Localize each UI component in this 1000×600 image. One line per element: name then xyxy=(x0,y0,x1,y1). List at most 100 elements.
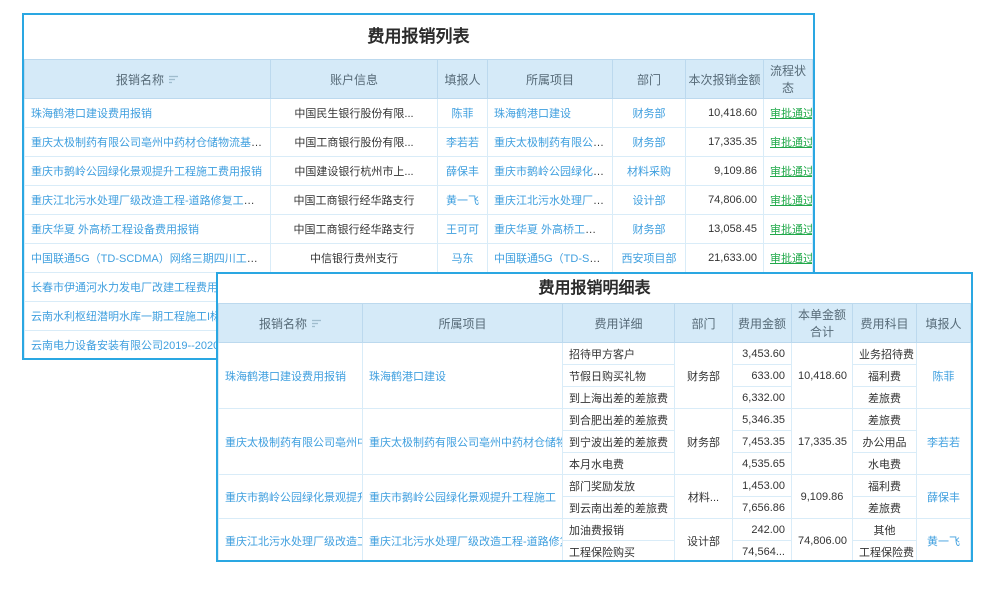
project-link[interactable]: 重庆市鹅岭公园绿化景观提升... xyxy=(494,166,613,178)
column-header-amount: 费用金额 xyxy=(733,304,792,343)
project-link[interactable]: 重庆江北污水处理厂级改造工... xyxy=(494,195,613,207)
project-link[interactable]: 珠海鹤港口建设 xyxy=(369,371,446,383)
cell-expense-detail: 节假日购买礼物 xyxy=(563,365,675,387)
reimbursement-name-link[interactable]: 重庆江北污水处理厂级改造工程- xyxy=(225,536,363,548)
person-link[interactable]: 黄一飞 xyxy=(927,536,960,548)
sort-icon[interactable] xyxy=(311,318,322,332)
person-link[interactable]: 陈菲 xyxy=(452,108,474,120)
cell-expense-detail: 到宁波出差的差旅费 xyxy=(563,431,675,453)
person-link[interactable]: 马东 xyxy=(452,253,474,265)
reimbursement-name-link[interactable]: 中国联通5G（TD-SCDMA）网络三期四川工程费... xyxy=(31,253,271,265)
reimbursement-name-link[interactable]: 云南电力设备安装有限公司2019--2020年度 xyxy=(31,340,241,352)
column-header-account: 账户信息 xyxy=(271,60,438,99)
person-link[interactable]: 薛保丰 xyxy=(927,492,960,504)
table-row: 重庆市鹅岭公园绿化景观提升工程施工费用报销 中国建设银行杭州市上... 薛保丰 … xyxy=(25,157,813,186)
column-header-name[interactable]: 报销名称 xyxy=(219,304,363,343)
status-link[interactable]: 审批通过 xyxy=(770,137,813,149)
table-row: 重庆华夏 外高桥工程设备费用报销 中国工商银行经华路支行 王可可 重庆华夏 外高… xyxy=(25,215,813,244)
cell-account: 中国工商银行股份有限... xyxy=(271,128,438,157)
dept-link[interactable]: 西安项目部 xyxy=(622,253,677,265)
expense-detail-table: 报销名称 所属项目 费用详细 部门 费用金额 本单金额合计 费用科目 填报人 珠… xyxy=(218,303,971,562)
table-row: 中国联通5G（TD-SCDMA）网络三期四川工程费... 中信银行贵州支行 马东… xyxy=(25,244,813,273)
column-header-person: 填报人 xyxy=(917,304,971,343)
cell-category: 业务招待费 xyxy=(853,343,917,365)
cell-account: 中国工商银行经华路支行 xyxy=(271,186,438,215)
dept-link[interactable]: 材料采购 xyxy=(627,166,671,178)
project-link[interactable]: 重庆江北污水处理厂级改造工程-道路修复工 xyxy=(369,536,563,548)
dept-link[interactable]: 财务部 xyxy=(633,137,666,149)
person-link[interactable]: 李若若 xyxy=(446,137,479,149)
status-link[interactable]: 审批通过 xyxy=(770,253,813,265)
status-link[interactable]: 审批通过 xyxy=(770,108,813,120)
reimbursement-name-link[interactable]: 珠海鹤港口建设费用报销 xyxy=(225,371,346,383)
cell-amount: 7,453.35 xyxy=(733,431,792,453)
reimbursement-name-link[interactable]: 长春市伊通河水力发电厂改建工程费用报销 xyxy=(31,282,240,294)
cell-expense-detail: 本月水电费 xyxy=(563,453,675,475)
cell-amount: 9,109.86 xyxy=(686,157,764,186)
table-row: 重庆市鹅岭公园绿化景观提升工程 重庆市鹅岭公园绿化景观提升工程施工 部门奖励发放… xyxy=(219,475,971,497)
project-link[interactable]: 重庆太极制药有限公司亳州中... xyxy=(494,137,613,149)
dept-link[interactable]: 财务部 xyxy=(633,224,666,236)
cell-amount: 10,418.60 xyxy=(686,99,764,128)
cell-category: 福利费 xyxy=(853,365,917,387)
column-header-dept: 部门 xyxy=(613,60,686,99)
dept-link[interactable]: 设计部 xyxy=(633,195,666,207)
cell-amount: 633.00 xyxy=(733,365,792,387)
cell-amount: 242.00 xyxy=(733,519,792,541)
status-link[interactable]: 审批通过 xyxy=(770,195,813,207)
cell-dept: 财务部 xyxy=(675,343,733,409)
cell-amount: 13,058.45 xyxy=(686,215,764,244)
column-header-total: 本单金额合计 xyxy=(792,304,853,343)
cell-amount: 4,535.65 xyxy=(733,453,792,475)
cell-expense-detail: 到合肥出差的差旅费 xyxy=(563,409,675,431)
table-row: 珠海鹤港口建设费用报销 中国民生银行股份有限... 陈菲 珠海鹤港口建设 财务部… xyxy=(25,99,813,128)
cell-amount: 21,633.00 xyxy=(686,244,764,273)
sort-icon[interactable] xyxy=(168,74,179,88)
reimbursement-name-link[interactable]: 重庆市鹅岭公园绿化景观提升工程施工费用报销 xyxy=(31,166,262,178)
cell-amount: 7,656.86 xyxy=(733,497,792,519)
column-header-detail: 费用详细 xyxy=(563,304,675,343)
status-link[interactable]: 审批通过 xyxy=(770,166,813,178)
column-header-amount: 本次报销金额 xyxy=(686,60,764,99)
column-header-project: 所属项目 xyxy=(363,304,563,343)
project-link[interactable]: 重庆市鹅岭公园绿化景观提升工程施工 xyxy=(369,492,556,504)
reimbursement-name-link[interactable]: 重庆太极制药有限公司亳州中药材 xyxy=(225,437,363,449)
header-row: 报销名称 账户信息 填报人 所属项目 部门 本次报销金额 流程状态 xyxy=(25,60,813,99)
header-row: 报销名称 所属项目 费用详细 部门 费用金额 本单金额合计 费用科目 填报人 xyxy=(219,304,971,343)
column-header-category: 费用科目 xyxy=(853,304,917,343)
cell-amount: 1,453.00 xyxy=(733,475,792,497)
cell-amount: 74,806.00 xyxy=(686,186,764,215)
person-link[interactable]: 李若若 xyxy=(927,437,960,449)
reimbursement-name-link[interactable]: 重庆市鹅岭公园绿化景观提升工程 xyxy=(225,492,363,504)
project-link[interactable]: 中国联通5G（TD-SCDMA）网... xyxy=(494,253,613,265)
column-header-status: 流程状态 xyxy=(764,60,813,99)
cell-expense-detail: 招待甲方客户 xyxy=(563,343,675,365)
table-row: 重庆太极制药有限公司亳州中药材 重庆太极制药有限公司亳州中药材仓储物流 到合肥出… xyxy=(219,409,971,431)
dept-link[interactable]: 财务部 xyxy=(633,108,666,120)
table-row: 珠海鹤港口建设费用报销 珠海鹤港口建设 招待甲方客户 财务部 3,453.60 … xyxy=(219,343,971,365)
cell-category: 差旅费 xyxy=(853,497,917,519)
person-link[interactable]: 薛保丰 xyxy=(446,166,479,178)
reimbursement-name-link[interactable]: 重庆华夏 外高桥工程设备费用报销 xyxy=(31,224,199,236)
project-link[interactable]: 重庆华夏 外高桥工程设备 xyxy=(494,224,613,236)
reimbursement-name-link[interactable]: 重庆江北污水处理厂级改造工程-道路修复工程费用... xyxy=(31,195,271,207)
project-link[interactable]: 珠海鹤港口建设 xyxy=(494,108,571,120)
cell-category: 福利费 xyxy=(853,475,917,497)
cell-total: 17,335.35 xyxy=(792,409,853,475)
cell-amount: 6,332.00 xyxy=(733,387,792,409)
cell-expense-detail: 到上海出差的差旅费 xyxy=(563,387,675,409)
cell-category: 差旅费 xyxy=(853,387,917,409)
cell-expense-detail: 部门奖励发放 xyxy=(563,475,675,497)
status-link[interactable]: 审批通过 xyxy=(770,224,813,236)
reimbursement-name-link[interactable]: 珠海鹤港口建设费用报销 xyxy=(31,108,152,120)
reimbursement-name-link[interactable]: 重庆太极制药有限公司亳州中药材仓储物流基地项... xyxy=(31,137,271,149)
person-link[interactable]: 王可可 xyxy=(446,224,479,236)
project-link[interactable]: 重庆太极制药有限公司亳州中药材仓储物流 xyxy=(369,437,563,449)
person-link[interactable]: 黄一飞 xyxy=(446,195,479,207)
cell-amount: 74,564... xyxy=(733,541,792,563)
table-row: 重庆江北污水处理厂级改造工程- 重庆江北污水处理厂级改造工程-道路修复工 加油费… xyxy=(219,519,971,541)
column-header-name[interactable]: 报销名称 xyxy=(25,60,271,99)
person-link[interactable]: 陈菲 xyxy=(933,371,955,383)
column-header-dept: 部门 xyxy=(675,304,733,343)
cell-dept: 财务部 xyxy=(675,409,733,475)
